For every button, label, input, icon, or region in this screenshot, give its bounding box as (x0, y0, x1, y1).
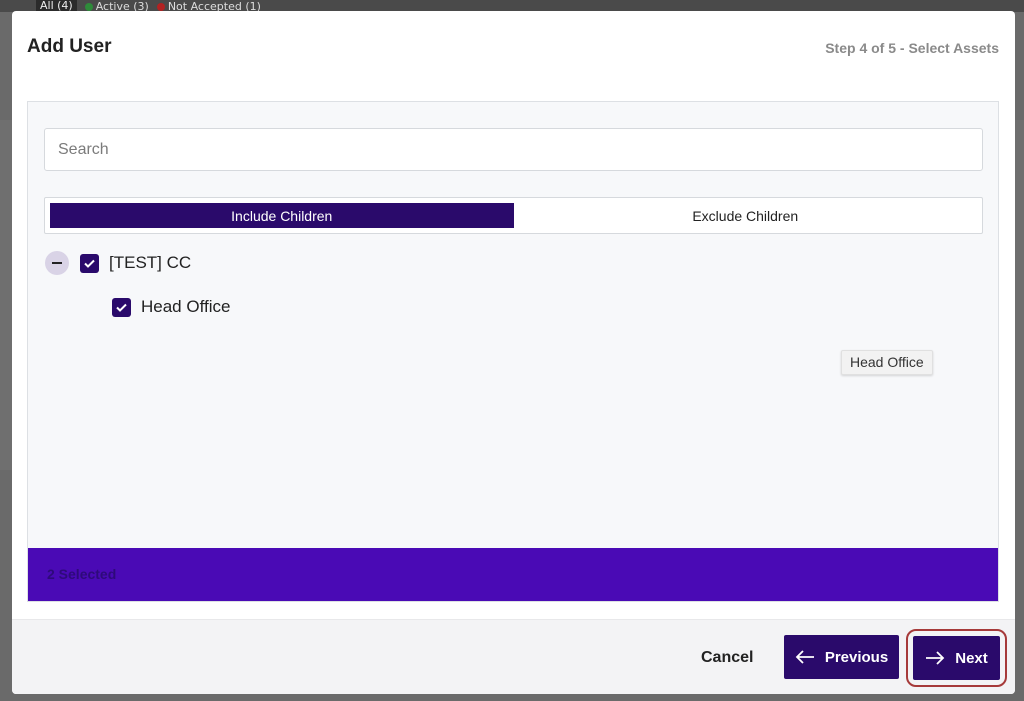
next-label: Next (955, 649, 988, 667)
collapse-button[interactable] (45, 251, 69, 275)
toggle-exclude-children[interactable]: Exclude Children (514, 203, 978, 228)
cancel-button[interactable]: Cancel (685, 643, 769, 673)
background-edge-left (0, 120, 12, 470)
tree-node-root: [TEST] CC (45, 251, 191, 275)
status-dot-icon (156, 2, 165, 11)
toggle-include-children[interactable]: Include Children (50, 203, 514, 228)
modal-header: Add User Step 4 of 5 - Select Assets (12, 11, 1015, 86)
previous-button[interactable]: Previous (784, 635, 899, 679)
modal-title: Add User (27, 36, 112, 57)
asset-selection-panel: Include Children Exclude Children [TEST]… (27, 101, 999, 602)
tree-node-label[interactable]: Head Office (141, 297, 230, 317)
step-indicator: Step 4 of 5 - Select Assets (825, 40, 999, 56)
children-toggle: Include Children Exclude Children (44, 197, 983, 234)
selection-summary-bar: 2 Selected (28, 548, 998, 601)
arrow-right-icon (925, 651, 945, 665)
modal-footer: Cancel Previous Next (12, 619, 1015, 694)
next-button[interactable]: Next (913, 636, 1000, 680)
checkmark-icon (116, 303, 127, 312)
tree-checkbox-root[interactable] (80, 253, 99, 273)
status-dot-icon (84, 2, 93, 11)
checkmark-icon (84, 259, 95, 268)
tree-node-child: Head Office (112, 297, 230, 317)
search-input[interactable] (44, 128, 983, 171)
tree-node-label[interactable]: [TEST] CC (109, 253, 191, 273)
tree-checkbox-child[interactable] (112, 297, 131, 317)
tooltip: Head Office (841, 350, 933, 375)
selected-count: 2 Selected (47, 566, 117, 582)
arrow-left-icon (795, 650, 815, 664)
minus-icon (52, 262, 62, 264)
add-user-modal: Add User Step 4 of 5 - Select Assets Inc… (12, 11, 1015, 694)
previous-label: Previous (824, 648, 889, 666)
next-button-focus-ring: Next (906, 629, 1007, 687)
